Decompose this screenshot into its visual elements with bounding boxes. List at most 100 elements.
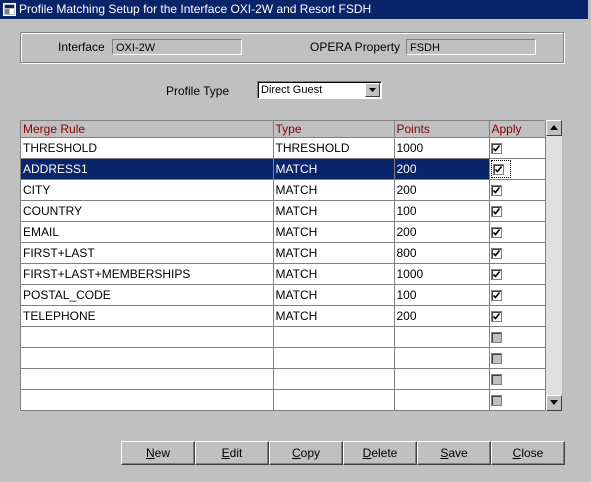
close-button[interactable]: Close: [491, 441, 565, 465]
dropdown-arrow-icon[interactable]: [365, 83, 380, 97]
button-label-rest: opy: [300, 446, 321, 460]
edit-button[interactable]: Edit: [195, 441, 269, 465]
type-cell[interactable]: MATCH: [273, 200, 395, 222]
apply-checkbox[interactable]: [490, 248, 502, 260]
points-cell[interactable]: [394, 368, 490, 390]
apply-checkbox[interactable]: [490, 269, 502, 281]
merge-rule-cell[interactable]: FIRST+LAST: [21, 242, 274, 264]
apply-cell: [489, 389, 546, 411]
apply-cell[interactable]: [489, 179, 546, 201]
empty-table-row[interactable]: [21, 347, 546, 369]
points-cell[interactable]: 1000: [394, 137, 490, 159]
apply-cell[interactable]: [489, 263, 546, 285]
merge-rule-cell[interactable]: [21, 326, 274, 348]
apply-cell[interactable]: [489, 200, 546, 222]
empty-table-row[interactable]: [21, 389, 546, 411]
merge-rule-cell[interactable]: [21, 389, 274, 411]
points-cell[interactable]: 100: [394, 284, 490, 306]
merge-rule-cell[interactable]: POSTAL_CODE: [21, 284, 274, 306]
merge-rules-grid: Merge Rule Type Points Apply THRESHOLD TH…: [20, 120, 546, 411]
points-cell[interactable]: 200: [394, 179, 490, 201]
apply-checkbox[interactable]: [490, 143, 502, 155]
points-cell[interactable]: 100: [394, 200, 490, 222]
apply-cell[interactable]: [489, 242, 546, 264]
focus-indicator: [490, 160, 511, 178]
delete-button[interactable]: Delete: [343, 441, 417, 465]
type-cell[interactable]: MATCH: [273, 284, 395, 306]
apply-cell[interactable]: [489, 305, 546, 327]
table-row[interactable]: THRESHOLD THRESHOLD 1000: [21, 137, 546, 159]
table-row[interactable]: ADDRESS1 MATCH 200: [21, 158, 546, 180]
apply-cell: [489, 368, 546, 390]
vertical-scrollbar[interactable]: [546, 120, 562, 411]
apply-cell[interactable]: [489, 221, 546, 243]
column-header-merge-rule[interactable]: Merge Rule: [21, 121, 274, 138]
apply-checkbox[interactable]: [490, 206, 502, 218]
merge-rule-cell[interactable]: COUNTRY: [21, 200, 274, 222]
title-bar: Profile Matching Setup for the Interface…: [0, 0, 591, 19]
points-cell[interactable]: 800: [394, 242, 490, 264]
type-cell[interactable]: MATCH: [273, 179, 395, 201]
table-row[interactable]: COUNTRY MATCH 100: [21, 200, 546, 222]
points-cell[interactable]: 200: [394, 221, 490, 243]
apply-checkbox[interactable]: [492, 164, 504, 176]
merge-rule-cell[interactable]: TELEPHONE: [21, 305, 274, 327]
apply-checkbox-disabled: [490, 353, 502, 365]
type-cell[interactable]: MATCH: [273, 263, 395, 285]
merge-rule-cell[interactable]: FIRST+LAST+MEMBERSHIPS: [21, 263, 274, 285]
interface-field: OXI-2W: [112, 39, 242, 55]
table-row[interactable]: FIRST+LAST+MEMBERSHIPS MATCH 1000: [21, 263, 546, 285]
column-header-type[interactable]: Type: [273, 121, 395, 138]
empty-table-row[interactable]: [21, 368, 546, 390]
apply-cell[interactable]: [489, 284, 546, 306]
button-mnemonic: E: [221, 446, 230, 460]
apply-cell[interactable]: [489, 158, 546, 180]
points-cell[interactable]: 200: [394, 158, 490, 180]
interface-label: Interface: [58, 40, 105, 54]
points-cell[interactable]: 200: [394, 305, 490, 327]
apply-checkbox[interactable]: [490, 290, 502, 302]
type-cell[interactable]: MATCH: [273, 305, 395, 327]
type-cell[interactable]: THRESHOLD: [273, 137, 395, 159]
merge-rule-cell[interactable]: ADDRESS1: [21, 158, 274, 180]
apply-cell: [489, 326, 546, 348]
table-row[interactable]: TELEPHONE MATCH 200: [21, 305, 546, 327]
apply-cell[interactable]: [489, 137, 546, 159]
type-cell[interactable]: MATCH: [273, 221, 395, 243]
points-cell[interactable]: [394, 389, 490, 411]
column-header-apply[interactable]: Apply: [489, 121, 546, 138]
button-label-rest: lose: [521, 446, 544, 460]
column-header-points[interactable]: Points: [394, 121, 490, 138]
merge-rule-cell[interactable]: EMAIL: [21, 221, 274, 243]
apply-checkbox[interactable]: [490, 185, 502, 197]
type-cell[interactable]: [273, 347, 395, 369]
apply-checkbox-disabled: [490, 332, 502, 344]
merge-rule-cell[interactable]: CITY: [21, 179, 274, 201]
table-row[interactable]: EMAIL MATCH 200: [21, 221, 546, 243]
points-cell[interactable]: 1000: [394, 263, 490, 285]
table-row[interactable]: CITY MATCH 200: [21, 179, 546, 201]
type-cell[interactable]: [273, 368, 395, 390]
scroll-up-icon[interactable]: [546, 120, 562, 136]
points-cell[interactable]: [394, 347, 490, 369]
copy-button[interactable]: Copy: [269, 441, 343, 465]
apply-checkbox-disabled: [490, 374, 502, 386]
apply-checkbox[interactable]: [490, 311, 502, 323]
type-cell[interactable]: [273, 389, 395, 411]
table-row[interactable]: POSTAL_CODE MATCH 100: [21, 284, 546, 306]
points-cell[interactable]: [394, 326, 490, 348]
apply-checkbox[interactable]: [490, 227, 502, 239]
type-cell[interactable]: [273, 326, 395, 348]
scroll-down-icon[interactable]: [546, 395, 562, 411]
save-button[interactable]: Save: [417, 441, 491, 465]
empty-table-row[interactable]: [21, 326, 546, 348]
merge-rule-cell[interactable]: THRESHOLD: [21, 137, 274, 159]
merge-rule-cell[interactable]: [21, 368, 274, 390]
new-button[interactable]: New: [121, 441, 195, 465]
type-cell[interactable]: MATCH: [273, 158, 395, 180]
profile-type-value: Direct Guest: [261, 84, 323, 96]
profile-type-select[interactable]: Direct Guest: [257, 81, 382, 99]
table-row[interactable]: FIRST+LAST MATCH 800: [21, 242, 546, 264]
type-cell[interactable]: MATCH: [273, 242, 395, 264]
merge-rule-cell[interactable]: [21, 347, 274, 369]
